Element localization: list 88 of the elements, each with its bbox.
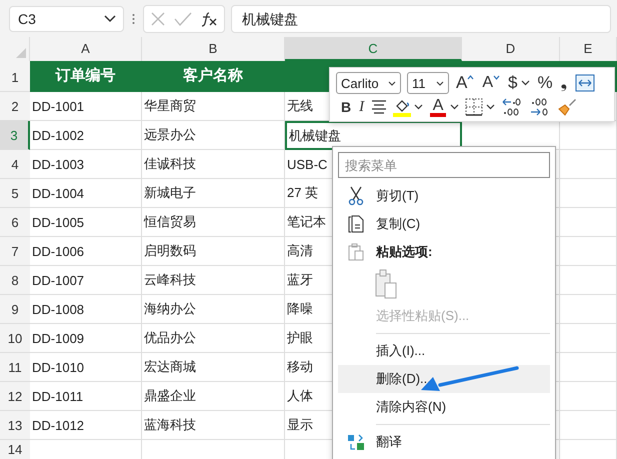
grow-font-button[interactable]: A xyxy=(455,73,476,93)
row-header[interactable]: 3 xyxy=(0,121,30,150)
row-header[interactable]: 4 xyxy=(0,150,30,179)
table-cell xyxy=(560,179,617,208)
table-cell: 华星商贸 xyxy=(142,92,285,121)
table-cell: DD-1010 xyxy=(30,353,142,382)
table-cell: DD-1008 xyxy=(30,295,142,324)
table-cell: DD-1006 xyxy=(30,237,142,266)
caret-icon[interactable] xyxy=(486,104,496,110)
table-cell: 远景办公 xyxy=(142,121,285,150)
caret-up-icon xyxy=(467,75,474,80)
table-cell: DD-1001 xyxy=(30,92,142,121)
table-cell xyxy=(560,237,617,266)
menu-item[interactable]: 删除(D)... xyxy=(338,365,550,393)
table-cell: 恒信贸易 xyxy=(142,208,285,237)
table-cell: 云峰科技 xyxy=(142,266,285,295)
table-cell: DD-1004 xyxy=(30,179,142,208)
table-cell xyxy=(560,411,617,440)
table-cell: DD-1009 xyxy=(30,324,142,353)
table-cell: 鼎盛企业 xyxy=(142,382,285,411)
table-cell: 新城电子 xyxy=(142,179,285,208)
caret-icon[interactable] xyxy=(414,104,424,110)
table-cell xyxy=(560,208,617,237)
scissors-icon xyxy=(347,186,365,206)
search-field[interactable]: 搜索菜单 xyxy=(338,152,550,178)
brush-icon[interactable] xyxy=(557,97,578,117)
italic-button[interactable]: I xyxy=(358,97,366,117)
row-header[interactable]: 11 xyxy=(0,353,30,382)
format-button[interactable]: $ xyxy=(507,73,518,93)
row-header[interactable]: 8 xyxy=(0,266,30,295)
row-header[interactable]: 6 xyxy=(0,208,30,237)
menu-heading: 粘贴选项: xyxy=(376,243,432,261)
table-cell xyxy=(560,324,617,353)
row-header[interactable]: 9 xyxy=(0,295,30,324)
table-cell xyxy=(560,353,617,382)
chevron-down-icon[interactable] xyxy=(436,80,444,86)
row-header[interactable]: 5 xyxy=(0,179,30,208)
row-header[interactable]: 2 xyxy=(0,92,30,121)
table-cell: 订单编号 xyxy=(30,61,142,92)
row-header[interactable]: 12 xyxy=(0,382,30,411)
copy-icon xyxy=(347,215,365,233)
decimal-arrow-icon[interactable] xyxy=(501,97,524,117)
table-cell: DD-1002 xyxy=(30,121,142,150)
table-cell: DD-1003 xyxy=(30,150,142,179)
row-header[interactable]: 7 xyxy=(0,237,30,266)
table-cell xyxy=(560,295,617,324)
table-cell: 海纳办公 xyxy=(142,295,285,324)
font-dropdown[interactable]: Carlito xyxy=(336,72,401,94)
wrap-icon[interactable] xyxy=(574,74,595,92)
row-header[interactable]: 1 xyxy=(0,61,30,92)
clipboard-icon xyxy=(347,243,365,261)
table-cell: 宏达商城 xyxy=(142,353,285,382)
font-size: 11 xyxy=(412,76,426,90)
table-cell: 佳诚科技 xyxy=(142,150,285,179)
borders-icon[interactable] xyxy=(465,98,484,116)
table-cell: DD-1005 xyxy=(30,208,142,237)
name-box[interactable]: C3 xyxy=(9,6,124,32)
function-icon[interactable] xyxy=(200,10,218,26)
row-header[interactable]: 14 xyxy=(0,440,30,459)
table-cell: 启明数码 xyxy=(142,237,285,266)
table-cell: DD-1007 xyxy=(30,266,142,295)
caret-down-icon xyxy=(493,75,500,80)
more-icon xyxy=(132,12,135,24)
table-cell xyxy=(560,150,617,179)
bold-button[interactable]: B xyxy=(340,97,352,117)
caret-icon[interactable] xyxy=(450,104,460,110)
translate-icon xyxy=(347,433,365,451)
chevron-down-icon[interactable] xyxy=(388,80,396,86)
font-name: Carlito xyxy=(341,76,379,90)
chevron-down-icon[interactable] xyxy=(104,14,116,22)
formula-field[interactable]: 机械键盘 xyxy=(231,4,611,32)
align-center-icon[interactable] xyxy=(371,100,388,114)
table-cell xyxy=(560,266,617,295)
table-cell: 蓝海科技 xyxy=(142,411,285,440)
row-header[interactable]: 10 xyxy=(0,324,30,353)
row-header[interactable]: 13 xyxy=(0,411,30,440)
format-button[interactable]: ❟ xyxy=(560,73,569,93)
caret-icon[interactable] xyxy=(521,80,530,86)
font-size-dropdown[interactable]: 11 xyxy=(407,72,449,94)
table-cell xyxy=(560,382,617,411)
format-button[interactable]: % xyxy=(536,73,554,93)
table-cell: 优品办公 xyxy=(142,324,285,353)
table-cell: DD-1011 xyxy=(30,382,142,411)
shrink-font-button[interactable]: A xyxy=(481,73,502,93)
column-header[interactable]: C xyxy=(285,37,462,61)
table-cell: 客户名称 xyxy=(142,61,285,92)
table-cell: DD-1012 xyxy=(30,411,142,440)
font-color-button[interactable]: A xyxy=(429,98,448,116)
